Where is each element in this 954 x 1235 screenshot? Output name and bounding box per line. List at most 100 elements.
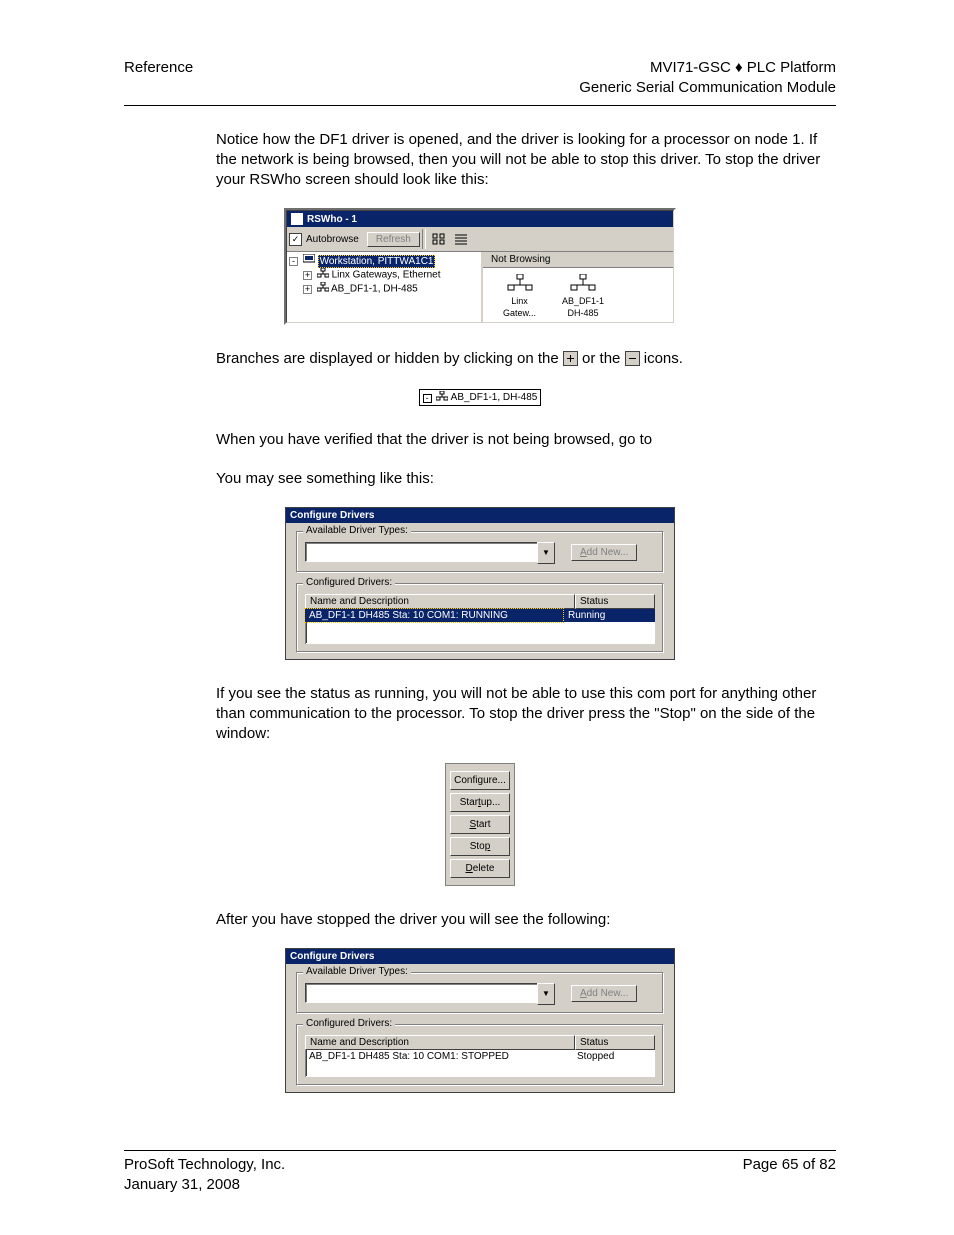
paragraph-text: or the — [582, 350, 625, 367]
drivers-listview[interactable]: Name and Description Status AB_DF1-1 DH4… — [305, 1035, 655, 1077]
chevron-down-icon: ▼ — [542, 548, 550, 557]
tree-root-selected[interactable]: Workstation, PITTWA1C1 — [318, 255, 436, 268]
configured-group-label: Configured Drivers: — [303, 577, 395, 588]
footer-company: ProSoft Technology, Inc. — [124, 1155, 285, 1175]
footer-date: January 31, 2008 — [124, 1175, 285, 1195]
configure-drivers-title[interactable]: Configure Drivers — [286, 508, 674, 523]
combo-input[interactable] — [305, 983, 537, 1003]
treenode-sample: - AB_DF1-1, DH-485 — [419, 389, 542, 406]
rswho-title: RSWho - 1 — [307, 214, 357, 225]
workstation-icon — [303, 254, 315, 268]
delete-button[interactable]: Delete — [450, 859, 510, 878]
driver-name: AB_DF1-1 DH485 Sta: 10 COM1: STOPPED — [305, 1050, 573, 1063]
browsing-status: Not Browsing — [483, 252, 673, 268]
network-icon — [317, 268, 329, 282]
paragraph-intro: Notice how the DF1 driver is opened, and… — [216, 130, 836, 191]
details-icon — [454, 233, 468, 245]
addnew-label-text: dd New... — [587, 547, 629, 558]
expand-icon[interactable]: + — [303, 271, 312, 280]
tree-child1[interactable]: Linx Gateways, Ethernet — [332, 270, 441, 281]
check-mark-icon: ✓ — [292, 235, 300, 244]
configured-drivers-group: Configured Drivers: Name and Description… — [296, 583, 664, 653]
configure-button.[interactable]: Configure... — [450, 771, 510, 790]
column-status[interactable]: Status — [575, 594, 655, 609]
header-rule — [124, 105, 836, 106]
rswho-app-icon — [291, 213, 303, 225]
footer-rule — [124, 1150, 836, 1151]
driver-row-running[interactable]: AB_DF1-1 DH485 Sta: 10 COM1: RUNNING Run… — [305, 609, 655, 622]
drivers-listview[interactable]: Name and Description Status AB_DF1-1 DH4… — [305, 594, 655, 644]
add-new-button[interactable]: Add New... — [571, 985, 637, 1002]
tree-child2[interactable]: AB_DF1-1, DH-485 — [331, 284, 418, 295]
footer-left: ProSoft Technology, Inc. January 31, 200… — [124, 1155, 285, 1196]
page-footer: ProSoft Technology, Inc. January 31, 200… — [124, 1150, 836, 1196]
refresh-button[interactable]: Refresh — [367, 232, 420, 247]
list-item-label: Gatew... — [503, 308, 536, 318]
list-item-linx[interactable]: Linx Gatew... — [503, 274, 536, 318]
figure-configure-running: Configure Drivers Available Driver Types… — [124, 507, 836, 660]
listview-header: Name and Description Status — [305, 594, 655, 609]
add-new-button[interactable]: Add New... — [571, 544, 637, 561]
paragraph-text: Branches are displayed or hidden by clic… — [216, 350, 563, 367]
footer-page-number: Page 65 of 82 — [743, 1155, 836, 1196]
paragraph-running: If you see the status as running, you wi… — [216, 684, 836, 745]
addnew-label-text: dd New... — [587, 988, 629, 999]
driver-row-stopped[interactable]: AB_DF1-1 DH485 Sta: 10 COM1: STOPPED Sto… — [305, 1050, 655, 1063]
paragraph-verified: When you have verified that the driver i… — [216, 430, 836, 450]
column-name[interactable]: Name and Description — [305, 1035, 575, 1050]
listview-header: Name and Description Status — [305, 1035, 655, 1050]
driver-status: Stopped — [573, 1050, 655, 1063]
startup-button[interactable]: Startup... — [450, 793, 510, 812]
rswho-window: RSWho - 1 ✓ Autobrowse Refresh — [284, 208, 676, 325]
figure-button-stack: Configure... Startup... Start Stop Delet… — [124, 763, 836, 886]
configure-drivers-title[interactable]: Configure Drivers — [286, 949, 674, 964]
configured-group-label: Configured Drivers: — [303, 1018, 395, 1029]
paragraph-maysee: You may see something like this: — [216, 469, 836, 489]
list-item-abdf1[interactable]: AB_DF1-1 DH-485 — [562, 274, 604, 318]
driver-name: AB_DF1-1 DH485 Sta: 10 COM1: RUNNING — [304, 608, 564, 623]
paragraph-after-stop: After you have stopped the driver you wi… — [216, 910, 836, 930]
page-header: Reference MVI71-GSC ♦ PLC Platform Gener… — [124, 58, 836, 99]
autobrowse-checkbox[interactable]: ✓ — [289, 233, 302, 246]
driver-status: Running — [564, 609, 655, 622]
list-item-label: DH-485 — [568, 308, 599, 318]
combo-input[interactable] — [305, 542, 537, 562]
configure-drivers-window-stopped: Configure Drivers Available Driver Types… — [285, 948, 675, 1093]
collapse-icon[interactable]: - — [289, 257, 298, 266]
autobrowse-label: Autobrowse — [306, 234, 359, 245]
view-details-button[interactable] — [450, 229, 472, 249]
header-right-line1: MVI71-GSC ♦ PLC Platform — [579, 58, 836, 78]
combo-dropdown-button[interactable]: ▼ — [537, 542, 555, 564]
paragraph-text: icons. — [644, 350, 683, 367]
column-name[interactable]: Name and Description — [305, 594, 575, 609]
collapse-icon: - — [423, 394, 432, 403]
collapse-icon — [625, 351, 640, 366]
driver-type-combo[interactable]: ▼ — [305, 542, 555, 564]
rswho-tree[interactable]: - Workstation, PITTWA1C1 + Linx Gatewa — [287, 252, 483, 322]
paragraph-branches: Branches are displayed or hidden by clic… — [216, 349, 836, 369]
large-icons-icon — [432, 233, 446, 245]
header-right: MVI71-GSC ♦ PLC Platform Generic Serial … — [579, 58, 836, 99]
chevron-down-icon: ▼ — [542, 989, 550, 998]
header-right-line2: Generic Serial Communication Module — [579, 78, 836, 98]
expand-icon[interactable]: + — [303, 285, 312, 294]
rswho-toolbar: ✓ Autobrowse Refresh — [287, 227, 673, 252]
network-icon — [436, 391, 448, 404]
rswho-titlebar[interactable]: RSWho - 1 — [287, 211, 673, 227]
figure-configure-stopped: Configure Drivers Available Driver Types… — [124, 948, 836, 1093]
available-driver-types-group: Available Driver Types: ▼ Add New... — [296, 531, 664, 573]
network-icon — [570, 274, 596, 294]
toolbar-separator — [422, 229, 426, 249]
start-button[interactable]: Start — [450, 815, 510, 834]
view-large-icons-button[interactable] — [428, 229, 450, 249]
figure-treenode: - AB_DF1-1, DH-485 — [124, 388, 836, 407]
figure-rswho: RSWho - 1 ✓ Autobrowse Refresh — [124, 208, 836, 325]
combo-dropdown-button[interactable]: ▼ — [537, 983, 555, 1005]
network-icon — [507, 274, 533, 294]
stop-button[interactable]: Stop — [450, 837, 510, 856]
driver-type-combo[interactable]: ▼ — [305, 983, 555, 1005]
column-status[interactable]: Status — [575, 1035, 655, 1050]
available-driver-types-group: Available Driver Types: ▼ Add New... — [296, 972, 664, 1014]
header-left: Reference — [124, 58, 193, 78]
configure-drivers-window: Configure Drivers Available Driver Types… — [285, 507, 675, 660]
